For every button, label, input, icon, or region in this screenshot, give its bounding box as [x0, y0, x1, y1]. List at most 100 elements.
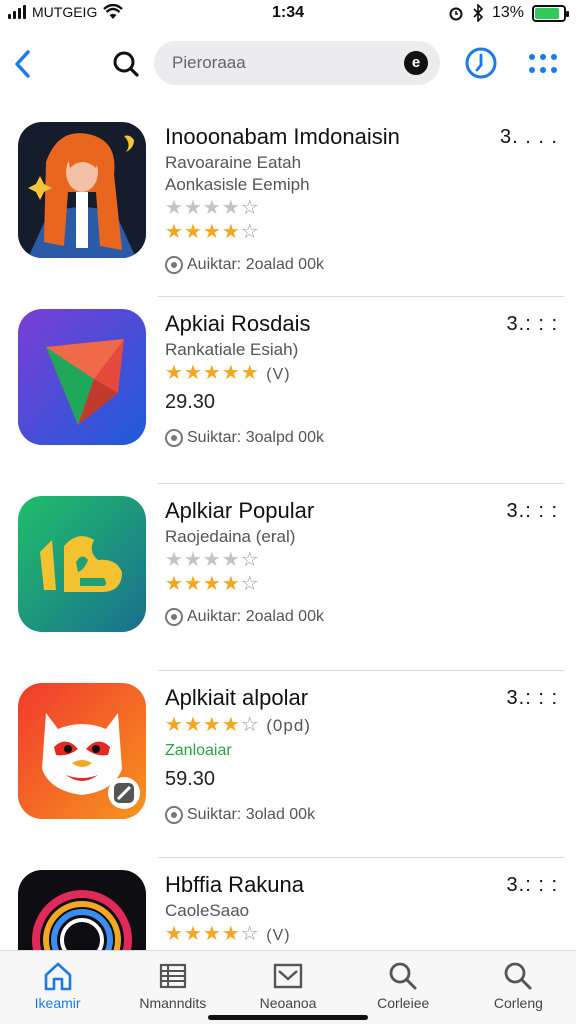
app-subtitle: Raojedaina (eral): [165, 527, 296, 546]
app-list-item[interactable]: Aplkiait alpolar ★★★★☆ (0pd) Zanloaiar 5…: [0, 671, 576, 858]
search-button[interactable]: [108, 46, 144, 82]
status-bar: MUTGEIG 1:34 13%: [0, 0, 576, 30]
app-list-item[interactable]: Aplkiar Popular Raojedaina (eral) ★★★★☆ …: [0, 484, 576, 671]
rating-stars: ★★★★☆ (0pd): [165, 713, 495, 738]
rating-suffix: (V): [266, 366, 291, 383]
star-filled-icon: ★: [202, 714, 222, 736]
app-title[interactable]: Hbffia Rakuna: [165, 870, 495, 900]
star-half-icon: ★: [240, 362, 260, 384]
star-filled-icon: ★: [221, 362, 241, 384]
app-meta-text: Suiktar: 3olad 00k: [187, 806, 316, 823]
search-icon: [389, 962, 417, 990]
grid-menu-button[interactable]: [526, 48, 560, 80]
star-empty-icon: ☆: [240, 221, 260, 243]
tab-search-secondary[interactable]: Corleng: [461, 951, 576, 1024]
star-filled-icon: ★: [221, 197, 241, 219]
star-filled-icon: ★: [165, 197, 184, 219]
star-filled-icon: ★: [202, 362, 222, 384]
download-icon: [165, 256, 183, 274]
star-filled-icon: ★: [165, 221, 184, 243]
star-filled-icon: ★: [202, 221, 222, 243]
star-filled-icon: ★: [221, 221, 241, 243]
app-info: Aplkiar Popular Raojedaina (eral) ★★★★☆ …: [165, 496, 495, 630]
tab-label: Corleng: [493, 995, 543, 1011]
star-filled-icon: ★: [221, 923, 241, 945]
star-filled-icon: ★: [221, 573, 241, 595]
tab-search[interactable]: Corleiee: [346, 951, 461, 1024]
app-price: 29.30: [165, 391, 216, 413]
clear-icon: e: [411, 54, 421, 71]
app-title[interactable]: Inooonabam Imdonaisin: [165, 122, 495, 152]
status-right: 13%: [448, 4, 569, 22]
app-list: Inooonabam Imdonaisin Ravoaraine Eatah A…: [0, 110, 576, 950]
app-subtitle: CaoleSaao: [165, 901, 250, 920]
app-list-item[interactable]: Apkiai Rosdais Rankatiale Esiah) ★★★★★ (…: [0, 297, 576, 484]
rating-suffix: (0pd): [266, 716, 311, 735]
app-title[interactable]: Aplkiait alpolar: [165, 683, 495, 713]
app-meta-text: Suiktar: 3oalpd 00k: [187, 429, 324, 446]
number-logo-icon: [18, 496, 146, 632]
app-status-label: Zanloaiar: [165, 742, 232, 759]
tab-list[interactable]: Nmanndits: [115, 951, 230, 1024]
back-button[interactable]: [8, 44, 38, 84]
download-icon: [165, 429, 183, 447]
list-icon: [159, 963, 186, 989]
rating-stars: ★★★★☆: [165, 572, 495, 596]
more-button[interactable]: 3.: : :: [507, 687, 558, 710]
app-meta: Suiktar: 3olad 00k: [165, 802, 495, 828]
app-icon-ring[interactable]: [18, 870, 146, 950]
tab-home[interactable]: Ikeamir: [0, 951, 115, 1024]
inbox-icon: [273, 963, 303, 989]
star-filled-icon: ★: [183, 923, 203, 945]
rating-suffix: (V): [266, 927, 291, 944]
battery-fill: [535, 7, 559, 19]
star-empty-icon: ☆: [240, 573, 260, 595]
rating-stars-glyphs: ★★★★☆: [165, 714, 260, 736]
history-button[interactable]: [462, 44, 500, 82]
download-icon: [165, 806, 183, 824]
clear-search-button[interactable]: e: [404, 51, 428, 75]
app-title[interactable]: Aplkiar Popular: [165, 496, 495, 526]
star-filled-icon: ★: [202, 573, 222, 595]
ring-logo-icon: [18, 870, 146, 950]
more-button[interactable]: 3.: : :: [507, 500, 558, 523]
bluetooth-icon: [473, 4, 484, 22]
app-meta: Suiktar: 3oalpd 00k: [165, 425, 495, 451]
star-filled-icon: ★: [165, 923, 184, 945]
search-field[interactable]: e: [154, 41, 440, 85]
app-info: Apkiai Rosdais Rankatiale Esiah) ★★★★★ (…: [165, 309, 495, 451]
rating-stars-gray: ★★★★☆: [165, 196, 495, 220]
star-filled-icon: ★: [183, 714, 203, 736]
app-subtitle-secondary: Aonkasisle Eemiph: [165, 175, 310, 194]
home-icon: [44, 962, 71, 991]
app-icon-number[interactable]: [18, 496, 146, 632]
tab-inbox[interactable]: Neoanoa: [230, 951, 345, 1024]
app-icon-play[interactable]: [18, 309, 146, 445]
rating-stars: ★★★★★ (V): [165, 361, 495, 387]
star-empty-icon: ☆: [240, 197, 260, 219]
app-meta-text: Auiktar: 2oalad 00k: [187, 256, 324, 273]
download-icon: [165, 608, 183, 626]
star-filled-icon: ★: [221, 714, 241, 736]
app-icon-character[interactable]: [18, 122, 146, 258]
app-list-item[interactable]: Inooonabam Imdonaisin Ravoaraine Eatah A…: [0, 110, 576, 297]
app-title[interactable]: Apkiai Rosdais: [165, 309, 495, 339]
app-list-item[interactable]: Hbffia Rakuna CaoleSaao ★★★★☆ (V) 3.: : …: [0, 858, 576, 950]
app-meta: Auiktar: 2oalad 00k: [165, 604, 495, 630]
more-button[interactable]: 3.: : :: [507, 874, 558, 897]
search-icon: [113, 51, 139, 77]
star-empty-icon: ☆: [240, 714, 260, 736]
more-button[interactable]: 3. . . .: [500, 126, 558, 149]
app-info: Inooonabam Imdonaisin Ravoaraine Eatah A…: [165, 122, 495, 278]
star-filled-icon: ★: [165, 573, 184, 595]
app-price: 59.30: [165, 768, 216, 790]
more-button[interactable]: 3.: : :: [507, 313, 558, 336]
nav-bar: e: [0, 36, 576, 92]
search-input[interactable]: [172, 41, 392, 85]
app-meta: Auiktar: 2oalad 00k: [165, 252, 495, 278]
star-empty-icon: ☆: [240, 923, 260, 945]
star-filled-icon: ★: [183, 221, 203, 243]
app-meta-text: Auiktar: 2oalad 00k: [187, 608, 324, 625]
app-icon-mask[interactable]: [18, 683, 146, 819]
tab-label: Nmanndits: [139, 995, 207, 1011]
